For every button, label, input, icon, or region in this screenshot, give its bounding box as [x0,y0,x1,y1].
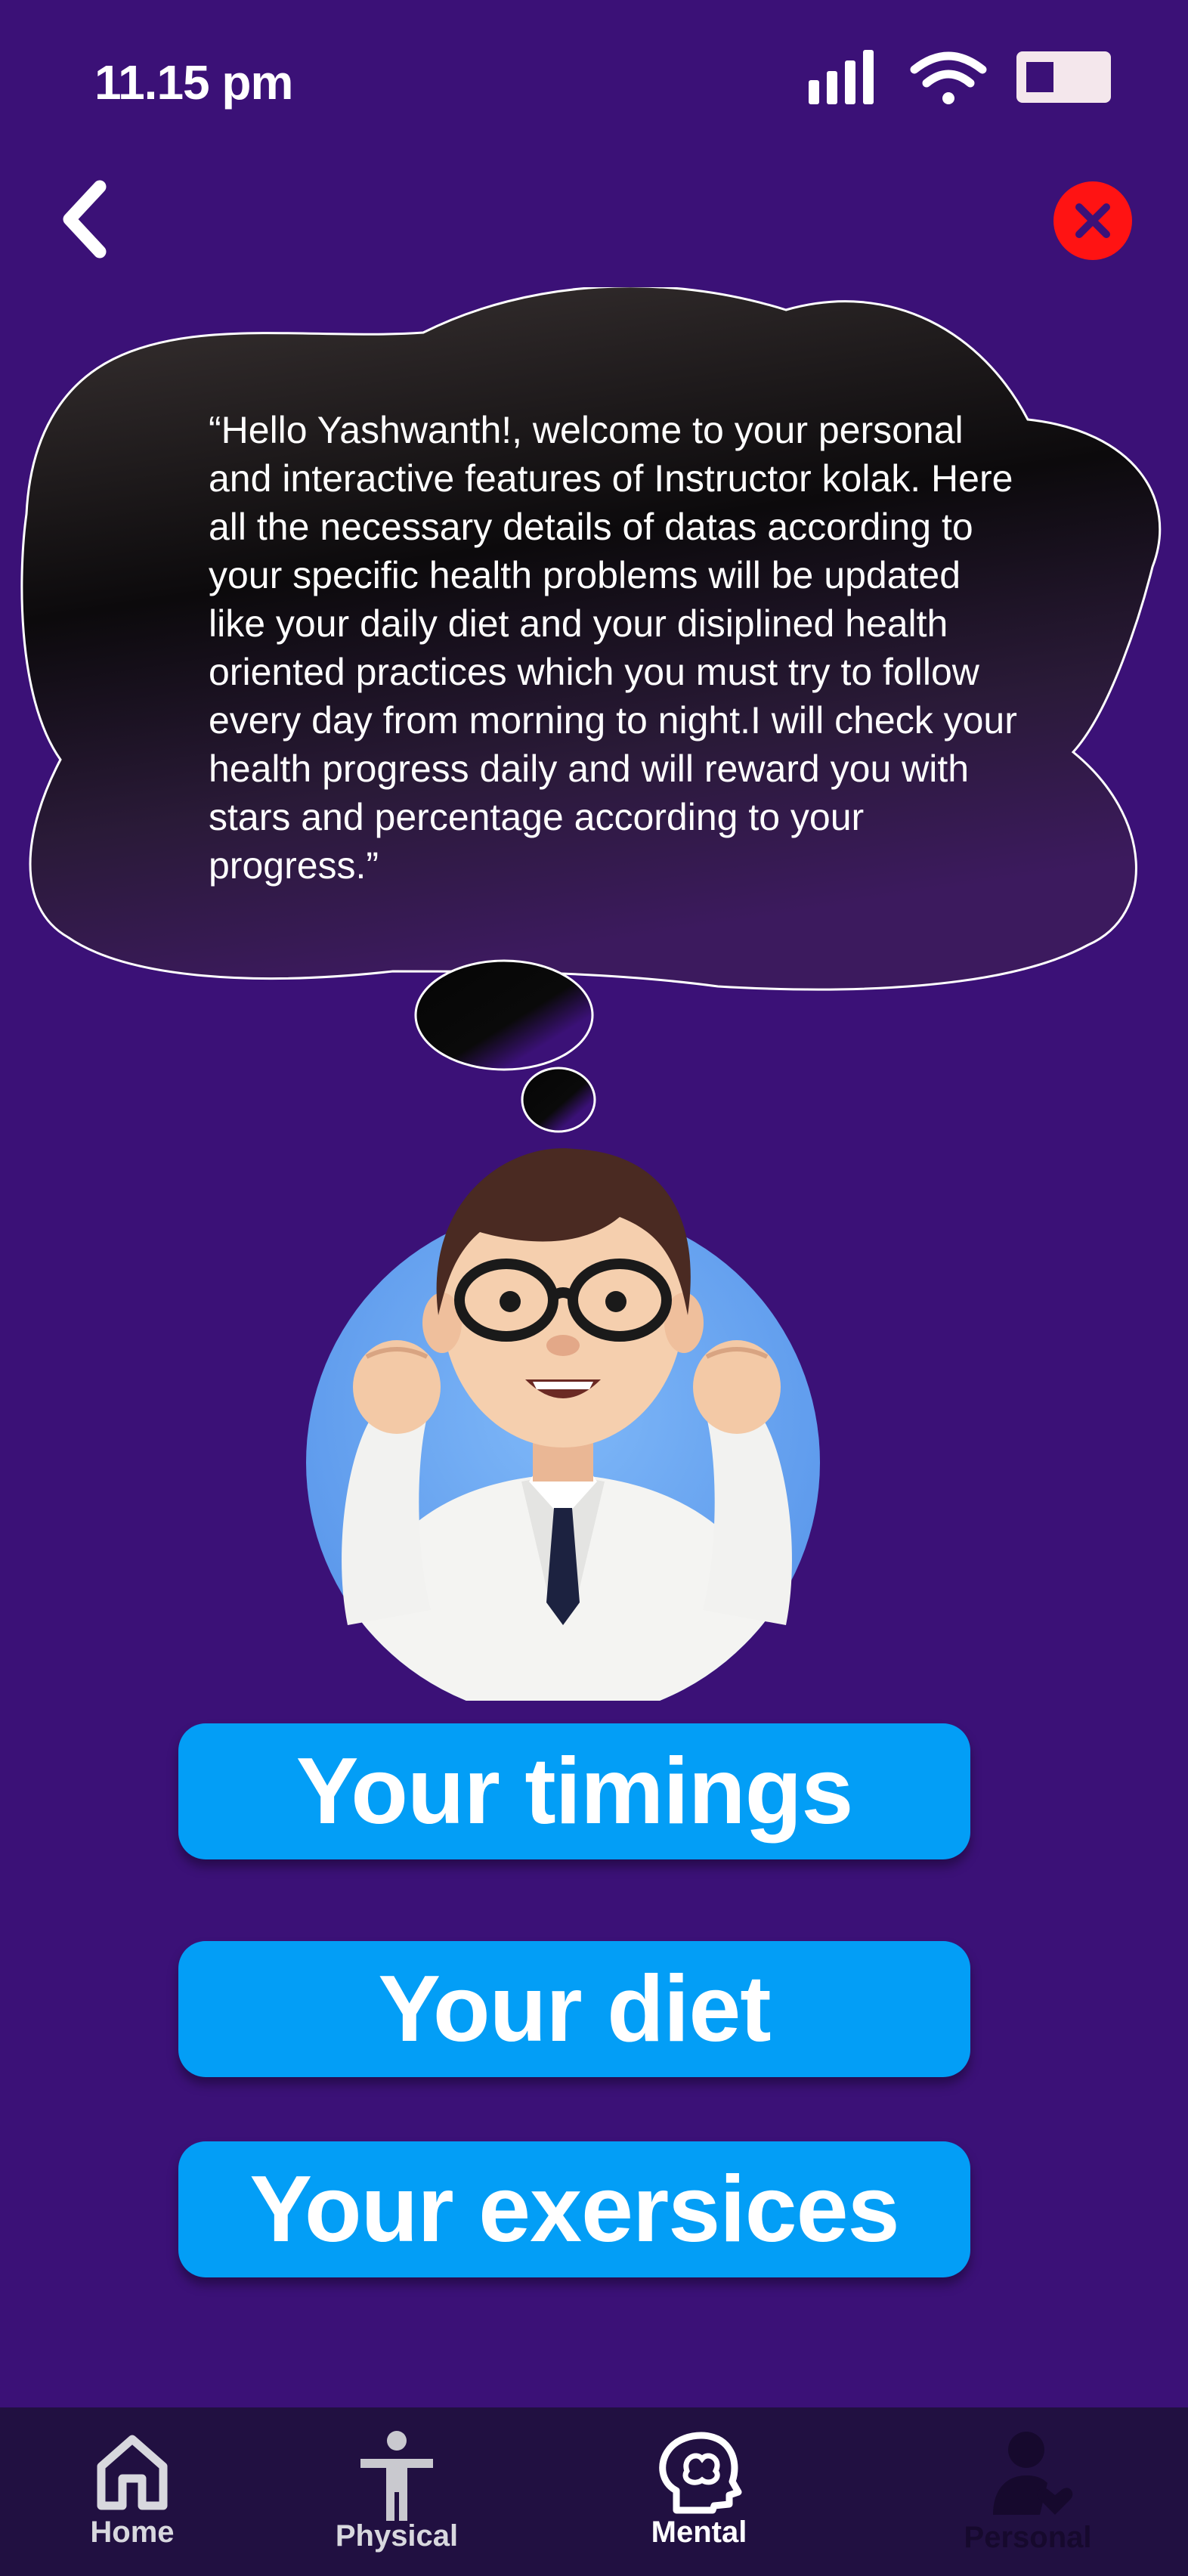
your-timings-button[interactable]: Your timings [178,1723,970,1859]
nav-label-home: Home [90,2516,175,2549]
instructor-message: “Hello Yashwanth!, welcome to your perso… [209,409,1017,887]
nav-label-physical: Physical [335,2519,459,2553]
instructor-avatar [306,1148,820,1701]
nav-item-home[interactable]: Home [60,2407,204,2576]
cloud-puff-small [521,1067,596,1133]
close-icon [1075,203,1110,238]
close-button[interactable] [1053,181,1132,260]
your-exercises-button[interactable]: Your exersices [178,2141,970,2277]
personal-icon [993,2432,1073,2515]
battery-icon [1016,51,1111,103]
status-icons [809,50,1111,104]
back-button[interactable] [53,178,121,261]
nav-item-mental[interactable]: Mental [623,2407,775,2576]
person-icon [360,2431,433,2521]
brain-icon [659,2432,742,2514]
wifi-icon [910,51,987,104]
nav-label-personal: Personal [964,2521,1092,2554]
home-icon [97,2435,168,2510]
nav-item-physical[interactable]: Physical [317,2407,476,2576]
nav-item-personal[interactable]: Personal [960,2407,1096,2576]
chevron-left-icon [63,180,107,259]
bottom-nav: Home Physical Mental Personal [0,2407,1188,2576]
your-diet-button[interactable]: Your diet [178,1941,970,2077]
status-time: 11.15 pm [94,55,293,110]
signal-icon [809,50,874,104]
nav-label-mental: Mental [651,2516,747,2549]
cloud-puff-large [414,959,594,1071]
